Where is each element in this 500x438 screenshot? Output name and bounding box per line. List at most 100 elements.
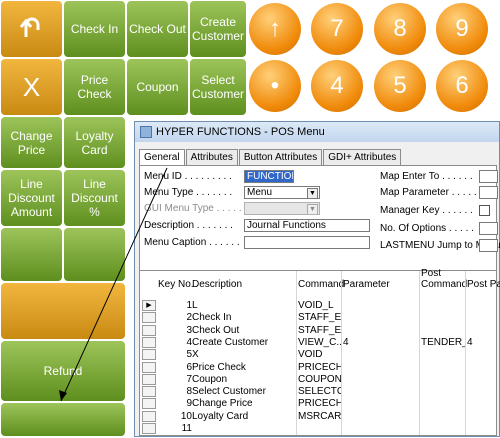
description-field[interactable]: Journal Functions bbox=[244, 219, 370, 232]
blank-button-1[interactable] bbox=[0, 227, 63, 282]
table-cell-post-cmd bbox=[421, 423, 465, 435]
numpad-4-button[interactable]: 4 bbox=[311, 60, 363, 112]
table-cell-desc: L bbox=[192, 300, 198, 311]
table-cell-key: 2 bbox=[186, 312, 192, 324]
tab-gdi-attributes[interactable]: GDI+ Attributes bbox=[323, 149, 402, 166]
coupon-button[interactable]: Coupon bbox=[126, 58, 189, 116]
no-of-options-label: No. Of Options . . . . . bbox=[380, 223, 474, 234]
map-enter-to-field[interactable] bbox=[479, 170, 498, 183]
tab-button-attributes[interactable]: Button Attributes bbox=[238, 149, 323, 166]
numpad-8-button[interactable]: 8 bbox=[374, 3, 426, 55]
table-row[interactable]: 8Select Customer SELECTC... bbox=[140, 386, 496, 398]
table-cell-key: 9 bbox=[186, 398, 192, 410]
table-cell-desc: Check Out bbox=[192, 324, 240, 336]
menu-caption-field[interactable] bbox=[244, 236, 370, 249]
table-cell-key: 11 bbox=[181, 423, 192, 434]
tab-general[interactable]: General bbox=[139, 149, 185, 166]
table-cell-cmd: COUPON bbox=[298, 373, 341, 385]
table-cell-cmd: VIEW_C... bbox=[298, 336, 341, 348]
table-cell-key: 4 bbox=[186, 336, 192, 348]
loyalty-card-button[interactable]: Loyalty Card bbox=[63, 116, 126, 169]
table-row[interactable]: 5 X VOID bbox=[140, 349, 496, 361]
table-row[interactable]: 6Price Check PRICECHK bbox=[140, 361, 497, 374]
table-cell-desc: X bbox=[192, 349, 199, 361]
refund-button[interactable]: Refund bbox=[0, 340, 126, 402]
table-row[interactable]: 2Check In STAFF_E... bbox=[140, 312, 496, 324]
col-header-command: Command bbox=[298, 279, 345, 290]
numpad-5-button[interactable]: 5 bbox=[374, 60, 426, 112]
table-cell-post-para bbox=[467, 312, 497, 324]
table-cell-desc: Loyalty Card bbox=[192, 410, 249, 422]
blank-button-3[interactable] bbox=[0, 402, 126, 437]
numpad-7-button[interactable]: 7 bbox=[311, 3, 363, 55]
table-row[interactable]: 3Check Out STAFF_E... bbox=[140, 324, 496, 337]
menu-type-value: Menu bbox=[247, 187, 273, 198]
blank-button-2[interactable] bbox=[63, 227, 126, 282]
table-row[interactable]: 4Create CustomerVIEW_C...4TENDER_K4 bbox=[140, 336, 496, 349]
numpad-up-button[interactable]: ↑ bbox=[249, 3, 301, 55]
col-header-post-command: Post Command bbox=[421, 268, 468, 290]
table-cell-key: 7 bbox=[186, 373, 192, 385]
table-cell-desc: Check In bbox=[192, 312, 232, 324]
line-discount-percent-button[interactable]: Line Discount % bbox=[63, 169, 126, 227]
table-cell-param bbox=[343, 300, 419, 312]
table-cell-post-cmd bbox=[421, 312, 465, 324]
table-cell-post-para bbox=[467, 423, 497, 435]
table-cell-post-para bbox=[467, 362, 497, 374]
table-cell-desc bbox=[192, 423, 296, 435]
numpad-9-button[interactable]: 9 bbox=[436, 3, 488, 55]
change-price-button[interactable]: Change Price bbox=[0, 116, 63, 169]
tab-attributes[interactable]: Attributes bbox=[185, 149, 238, 166]
table-cell-cmd: VOID_L bbox=[298, 300, 334, 311]
no-of-options-field[interactable] bbox=[479, 222, 498, 235]
menu-keys-grid: Key No. Description Command Parameter Po… bbox=[139, 268, 500, 436]
table-cell-cmd: PRICECHK bbox=[298, 361, 341, 373]
price-check-button[interactable]: Price Check bbox=[63, 58, 126, 116]
table-row[interactable]: 10Loyalty Card MSRCARD bbox=[140, 410, 496, 423]
table-row[interactable]: 7 Coupon COUPON bbox=[140, 373, 497, 386]
table-cell-post-para bbox=[467, 300, 497, 312]
window-titlebar[interactable]: HYPER FUNCTIONS - POS Menu bbox=[135, 122, 499, 142]
table-cell-cmd: STAFF_E... bbox=[298, 312, 341, 324]
table-cell-post-para bbox=[467, 386, 497, 398]
table-cell-post-para bbox=[467, 374, 497, 386]
check-in-button[interactable]: Check In bbox=[63, 0, 126, 58]
lastmenu-field[interactable] bbox=[479, 239, 498, 252]
table-row[interactable]: ▶ 1 L VOID_L bbox=[140, 300, 496, 312]
manager-key-label: Manager Key . . . . . . bbox=[380, 205, 473, 216]
create-customer-button[interactable]: Create Customer bbox=[189, 0, 247, 58]
table-cell-post-cmd bbox=[421, 300, 465, 312]
table-row[interactable]: 9 Change Price PRICECH bbox=[140, 398, 496, 410]
line-discount-amount-button[interactable]: Line Discount Amount bbox=[0, 169, 63, 227]
menu-type-select[interactable]: Menu ▼ bbox=[244, 186, 320, 199]
table-cell-post-para bbox=[467, 398, 497, 410]
table-cell-post-cmd bbox=[421, 325, 465, 337]
map-parameter-field[interactable] bbox=[479, 186, 498, 199]
col-header-parameter: Parameter bbox=[343, 279, 390, 290]
table-cell-desc: Change Price bbox=[192, 398, 253, 410]
numpad-6-button[interactable]: 6 bbox=[436, 60, 488, 112]
menu-caption-label: Menu Caption . . . . . . bbox=[144, 237, 240, 248]
blank-gold-button[interactable] bbox=[0, 282, 126, 340]
undo-button[interactable] bbox=[0, 0, 63, 58]
table-cell-param bbox=[343, 411, 419, 423]
table-cell-cmd bbox=[298, 423, 341, 435]
table-cell-param bbox=[343, 423, 419, 435]
table-cell-param: 4 bbox=[343, 336, 349, 348]
gui-menu-type-select[interactable]: ▼ bbox=[244, 202, 320, 215]
select-customer-button[interactable]: Select Customer bbox=[189, 58, 247, 116]
menu-id-field[interactable]: FUNCTIONS bbox=[244, 170, 294, 183]
table-cell-desc: Create Customer bbox=[192, 336, 269, 348]
menu-id-label: Menu ID . . . . . . . . . bbox=[144, 171, 232, 182]
table-row[interactable]: 11 bbox=[140, 423, 496, 435]
numpad-dot-button[interactable]: • bbox=[249, 60, 301, 112]
tab-bar: General Attributes Button Attributes GDI… bbox=[139, 149, 402, 166]
check-out-button[interactable]: Check Out bbox=[126, 0, 189, 58]
table-cell-param bbox=[343, 386, 419, 398]
table-cell-desc: Coupon bbox=[192, 373, 228, 385]
manager-key-checkbox[interactable] bbox=[479, 205, 490, 216]
table-cell-key: 8 bbox=[186, 386, 192, 398]
void-x-button[interactable]: X bbox=[0, 58, 63, 116]
table-cell-post-para: 4 bbox=[467, 336, 473, 348]
table-cell-desc: Select Customer bbox=[192, 386, 266, 398]
